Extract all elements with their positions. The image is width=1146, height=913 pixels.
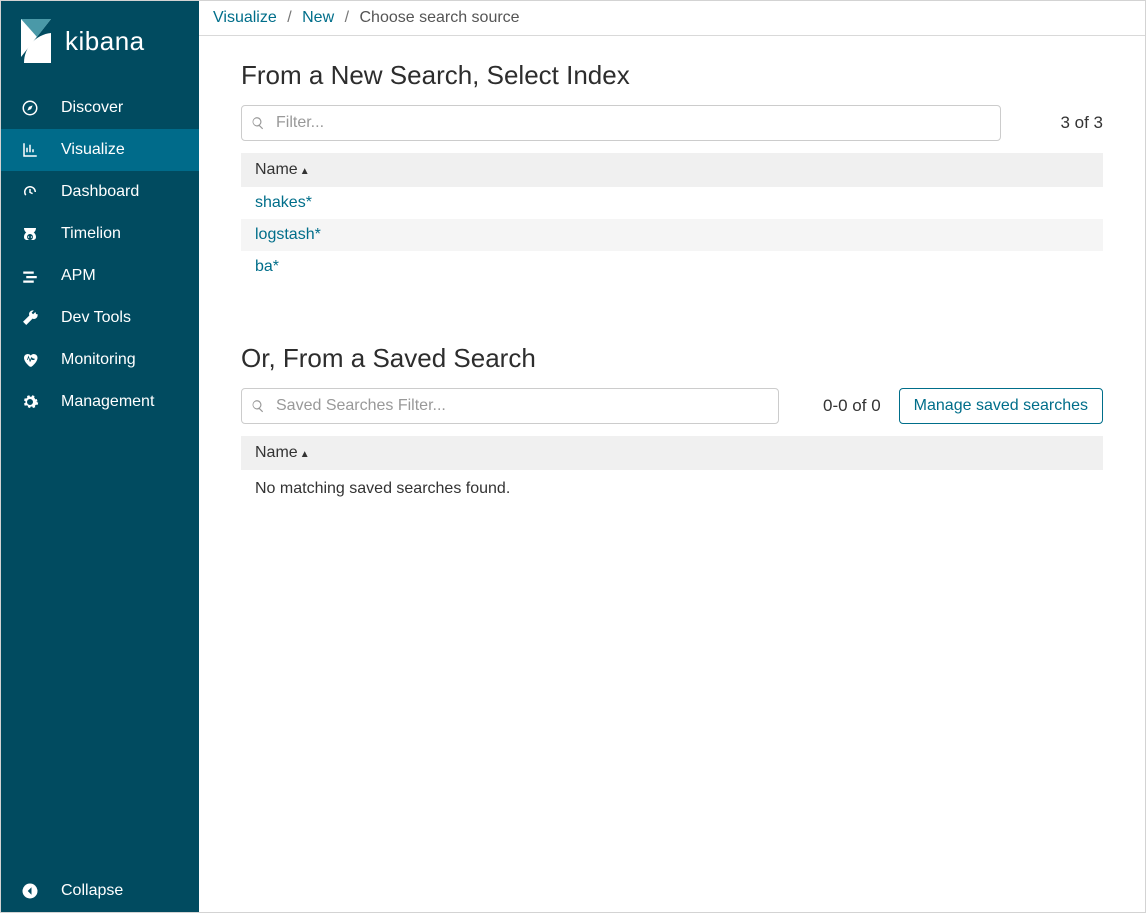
kibana-logo-icon xyxy=(21,19,51,63)
breadcrumb-separator: / xyxy=(287,9,291,26)
sidebar-collapse[interactable]: Collapse xyxy=(1,870,199,912)
apm-icon xyxy=(21,267,39,285)
saved-filter-input[interactable] xyxy=(241,388,779,424)
index-table: Name▲ shakes* logstash* ba* xyxy=(241,153,1103,283)
sidebar-item-label: Timelion xyxy=(61,225,121,243)
no-results-text: No matching saved searches found. xyxy=(241,470,1103,508)
brand-logo[interactable]: kibana xyxy=(1,1,199,87)
manage-saved-button[interactable]: Manage saved searches xyxy=(899,388,1103,424)
sidebar-item-label: Dashboard xyxy=(61,183,139,201)
sidebar-item-apm[interactable]: APM xyxy=(1,255,199,297)
table-row: ba* xyxy=(241,251,1103,283)
sidebar-item-label: APM xyxy=(61,267,96,285)
wrench-icon xyxy=(21,309,39,327)
sidebar-item-timelion[interactable]: Timelion xyxy=(1,213,199,255)
sort-asc-icon: ▲ xyxy=(300,449,310,460)
index-link[interactable]: ba* xyxy=(255,258,279,275)
bar-chart-icon xyxy=(21,141,39,159)
saved-name-header[interactable]: Name▲ xyxy=(241,436,1103,470)
index-link[interactable]: shakes* xyxy=(255,194,312,211)
collapse-icon xyxy=(21,882,39,900)
saved-filter-wrapper xyxy=(241,388,779,424)
index-link[interactable]: logstash* xyxy=(255,226,321,243)
table-row: shakes* xyxy=(241,187,1103,219)
saved-count: 0-0 of 0 xyxy=(823,396,881,416)
nav: Discover Visualize Dashboard Timelion xyxy=(1,87,199,870)
search-icon xyxy=(251,116,265,130)
breadcrumb-current: Choose search source xyxy=(359,9,519,26)
new-search-title: From a New Search, Select Index xyxy=(241,60,1103,91)
sidebar-item-dashboard[interactable]: Dashboard xyxy=(1,171,199,213)
content: From a New Search, Select Index 3 of 3 N… xyxy=(199,36,1145,912)
sidebar-item-label: Discover xyxy=(61,99,123,117)
brand-name: kibana xyxy=(65,26,145,57)
saved-search-title: Or, From a Saved Search xyxy=(241,343,1103,374)
index-filter-wrapper xyxy=(241,105,1001,141)
gear-icon xyxy=(21,393,39,411)
sidebar: kibana Discover Visualize Dashboard xyxy=(1,1,199,912)
breadcrumb: Visualize / New / Choose search source xyxy=(199,1,1145,36)
sidebar-item-label: Monitoring xyxy=(61,351,136,369)
sidebar-item-visualize[interactable]: Visualize xyxy=(1,129,199,171)
sidebar-item-management[interactable]: Management xyxy=(1,381,199,423)
breadcrumb-separator: / xyxy=(345,9,349,26)
breadcrumb-link-visualize[interactable]: Visualize xyxy=(213,9,277,26)
heartbeat-icon xyxy=(21,351,39,369)
saved-table: Name▲ xyxy=(241,436,1103,470)
sidebar-item-label: Visualize xyxy=(61,141,125,159)
search-icon xyxy=(251,399,265,413)
sidebar-item-label: Dev Tools xyxy=(61,309,131,327)
sidebar-item-label: Management xyxy=(61,393,154,411)
timelion-icon xyxy=(21,225,39,243)
breadcrumb-link-new[interactable]: New xyxy=(302,9,334,26)
collapse-label: Collapse xyxy=(61,882,123,900)
sidebar-item-devtools[interactable]: Dev Tools xyxy=(1,297,199,339)
table-row: logstash* xyxy=(241,219,1103,251)
sidebar-item-discover[interactable]: Discover xyxy=(1,87,199,129)
index-count: 3 of 3 xyxy=(1060,113,1103,133)
index-filter-input[interactable] xyxy=(241,105,1001,141)
sort-asc-icon: ▲ xyxy=(300,166,310,177)
main: Visualize / New / Choose search source F… xyxy=(199,1,1145,912)
sidebar-item-monitoring[interactable]: Monitoring xyxy=(1,339,199,381)
gauge-icon xyxy=(21,183,39,201)
compass-icon xyxy=(21,99,39,117)
index-name-header[interactable]: Name▲ xyxy=(241,153,1103,187)
